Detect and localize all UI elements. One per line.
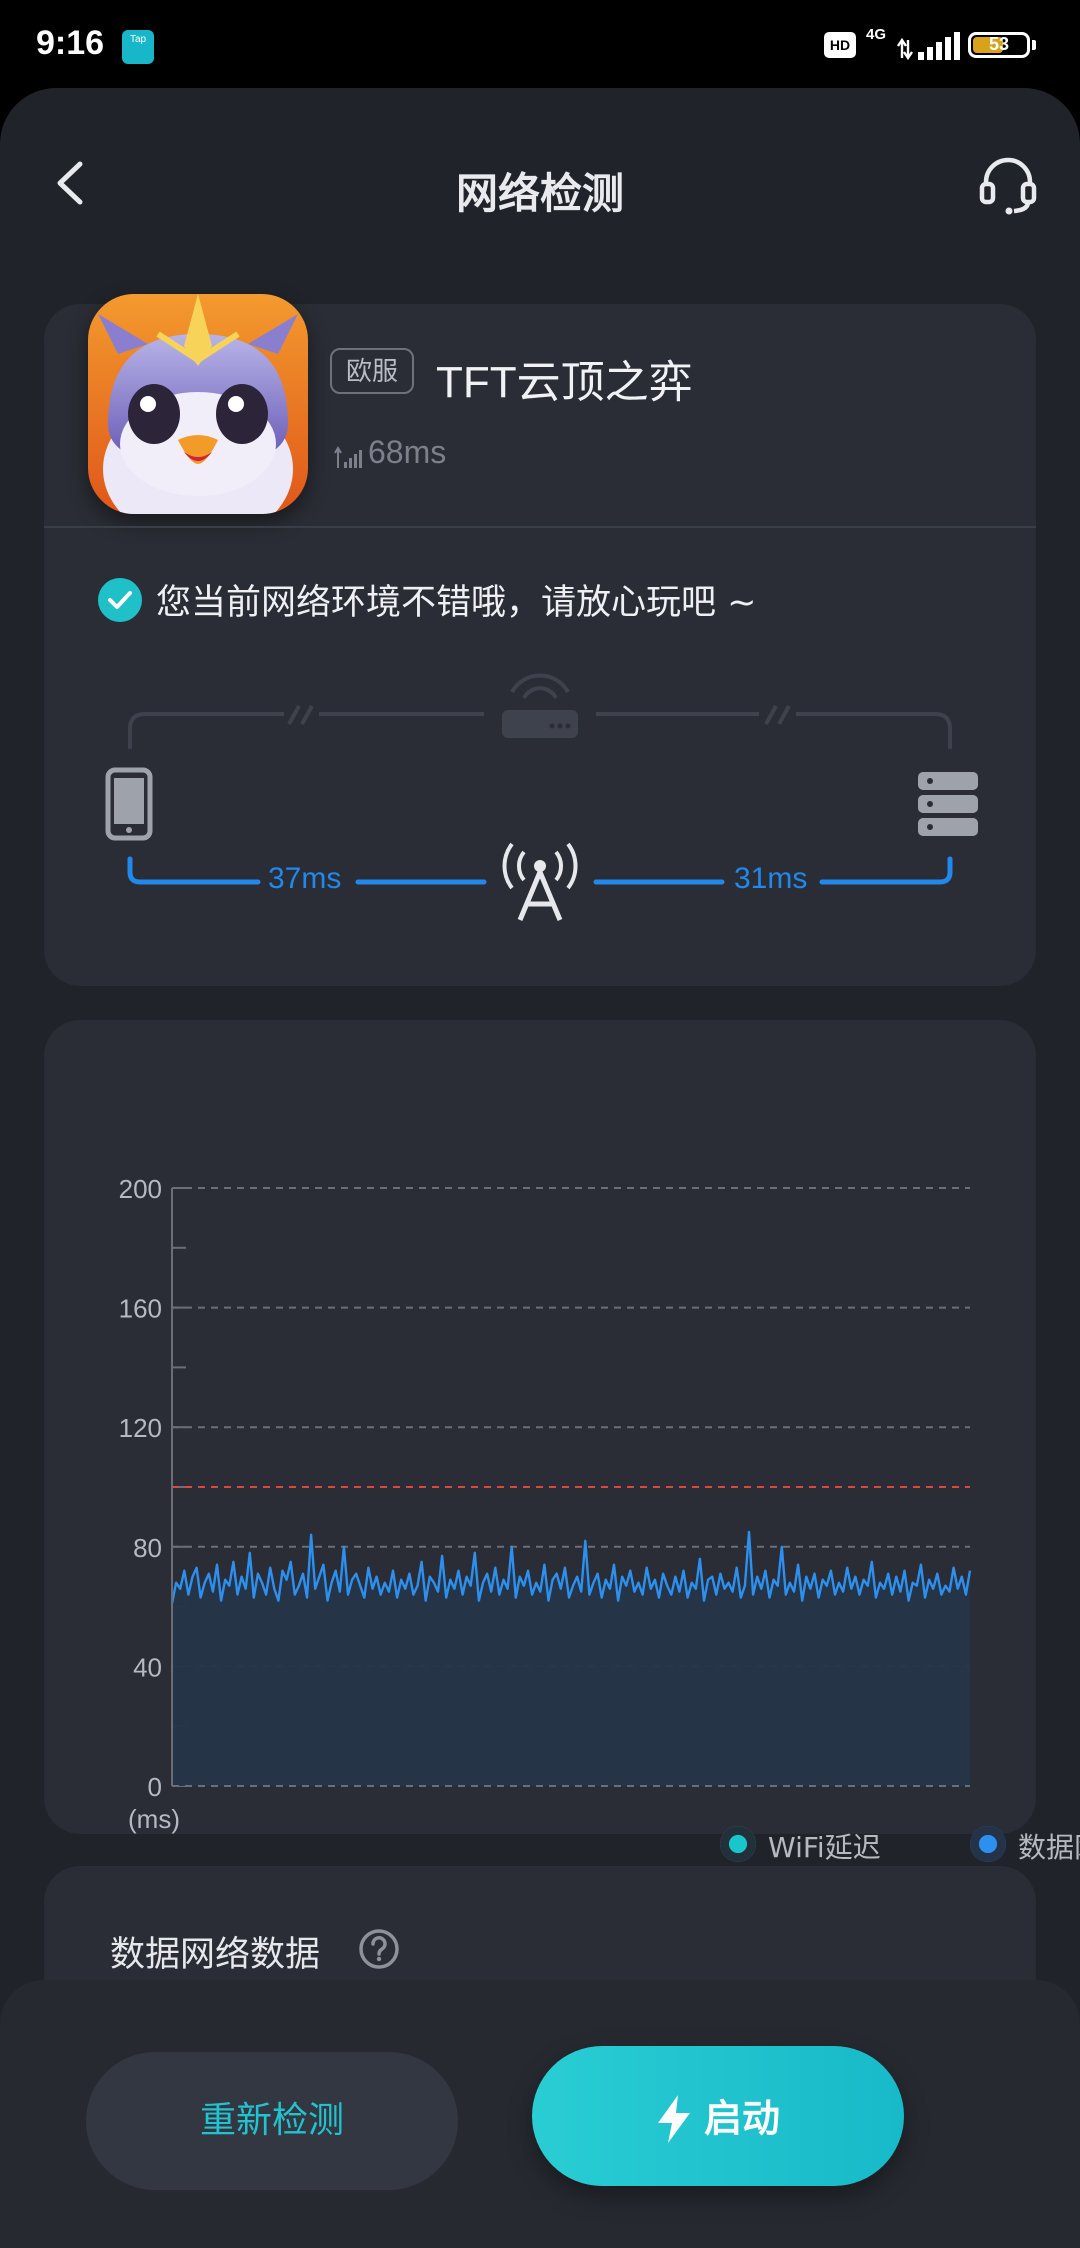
- bottom-action-bar: 重新检测 启动: [0, 1980, 1080, 2248]
- status-bar: 9:16 Tap HD 4G 53: [0, 0, 1080, 88]
- y-axis-unit-label: (ms): [128, 1804, 180, 1834]
- legend-label-wifi: WiFi延迟: [768, 1831, 881, 1864]
- network-path-diagram: 37ms 31ms: [44, 654, 1036, 954]
- game-ping: 68ms: [368, 434, 447, 470]
- start-button[interactable]: 启动: [532, 2046, 904, 2186]
- game-icon[interactable]: [88, 294, 308, 514]
- region-badge: 欧服: [330, 348, 415, 394]
- status-time: 9:16: [36, 24, 105, 62]
- battery-level: 53: [988, 34, 1010, 54]
- signal-bars-icon: [334, 446, 362, 468]
- server-icon: [918, 772, 978, 836]
- phone-icon: [105, 767, 153, 841]
- latency-chart-card: 0 40 80 120 160 200 (ms) WiFi延迟 数据网络延迟: [44, 1020, 1080, 1864]
- y-tick-label: 0: [148, 1772, 162, 1802]
- start-button-label: 启动: [703, 2096, 780, 2141]
- top-bar: 网络检测: [0, 88, 1080, 278]
- customer-service-headset-icon[interactable]: [976, 152, 1040, 216]
- y-tick-label: 120: [119, 1413, 162, 1443]
- network-path-lines: [105, 673, 978, 921]
- taptap-notification-icon: Tap: [122, 30, 154, 64]
- section-title: 数据网络数据: [110, 1935, 321, 1975]
- game-name: TFT云顶之弈: [436, 358, 693, 407]
- cell-tower-icon: [502, 842, 578, 921]
- y-tick-label: 40: [133, 1652, 162, 1682]
- y-tick-label: 80: [133, 1533, 162, 1563]
- battery-icon: 53: [968, 32, 1030, 58]
- page-title: 网络检测: [455, 169, 624, 218]
- penguin-avatar-icon: [88, 294, 308, 514]
- game-network-card: 欧服 TFT云顶之弈 68ms 您当前网络环境不错哦，请放心玩吧 ~ 37ms …: [44, 294, 1036, 986]
- phone-to-tower-latency: 37ms: [268, 862, 342, 895]
- network-type: 4G: [866, 26, 887, 43]
- legend-label-mobile-data: 数据网络延迟: [1018, 1831, 1080, 1864]
- y-tick-label: 200: [119, 1174, 162, 1204]
- router-icon: [502, 673, 578, 738]
- hd-voice-icon: HD: [824, 32, 856, 58]
- tower-to-server-latency: 31ms: [734, 862, 808, 895]
- wifi-legend-dot: [720, 1826, 756, 1862]
- retest-button[interactable]: 重新检测: [86, 2052, 458, 2190]
- check-circle-icon: [98, 578, 142, 622]
- help-question-icon[interactable]: [358, 1928, 400, 1970]
- latency-chart: 0 40 80 120 160 200 (ms): [119, 1174, 972, 1834]
- network-status-message: 您当前网络环境不错哦，请放心玩吧 ~: [156, 583, 757, 623]
- lightning-bolt-icon: [657, 2094, 690, 2143]
- divider: [44, 526, 1036, 528]
- network-check-screen: 网络检测 欧服 TFT云顶之弈 68ms 您当前网络环境不错哦，请放心玩吧 ~ …: [0, 88, 1080, 2248]
- mobile-data-legend-dot: [970, 1826, 1006, 1862]
- signal-strength-icon: [897, 32, 960, 61]
- y-tick-label: 160: [119, 1294, 162, 1324]
